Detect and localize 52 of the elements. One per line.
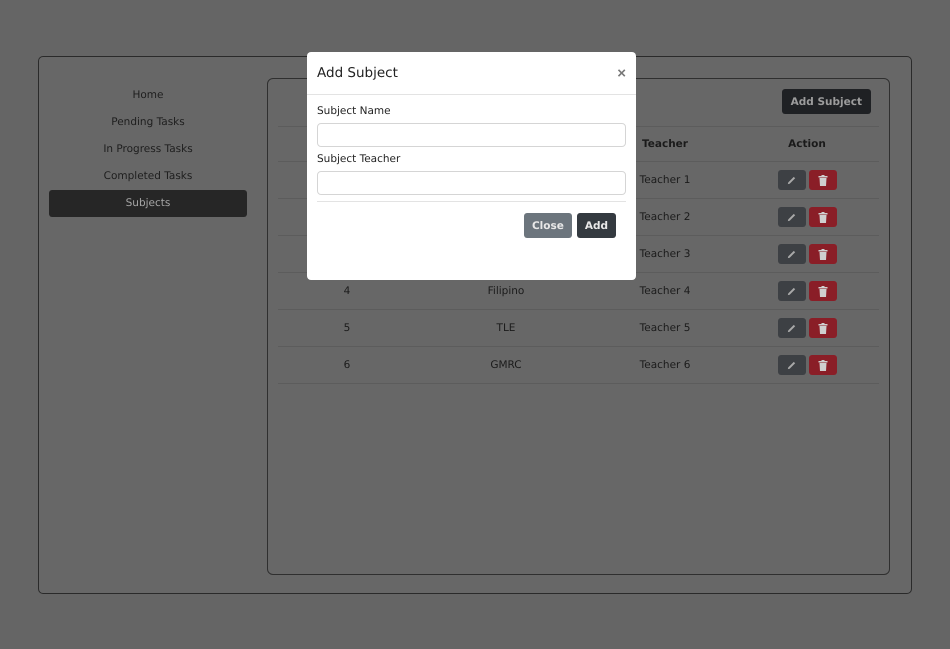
edit-button[interactable] bbox=[778, 207, 806, 227]
delete-button[interactable] bbox=[808, 207, 836, 227]
edit-button[interactable] bbox=[778, 281, 806, 301]
sidebar-item[interactable]: In Progress Tasks bbox=[49, 136, 247, 163]
table-cell: 5 bbox=[344, 322, 350, 334]
close-button[interactable]: Close bbox=[524, 213, 572, 238]
dialog-title: Add Subject bbox=[317, 65, 398, 81]
pencil-icon bbox=[786, 212, 797, 222]
trash-icon bbox=[818, 360, 828, 370]
delete-button[interactable] bbox=[808, 170, 836, 190]
edit-button[interactable] bbox=[778, 355, 806, 375]
delete-button[interactable] bbox=[808, 281, 836, 301]
sidebar-item[interactable]: Pending Tasks bbox=[49, 109, 247, 136]
pencil-icon bbox=[786, 174, 797, 186]
table-cell: Teacher 4 bbox=[640, 285, 690, 297]
column-header: Action bbox=[787, 138, 827, 150]
edit-button[interactable] bbox=[778, 244, 806, 264]
input-field[interactable] bbox=[317, 123, 626, 147]
add-button[interactable]: Add bbox=[576, 213, 616, 238]
add-subject-button[interactable]: Add Subject bbox=[782, 89, 871, 114]
edit-button[interactable] bbox=[778, 318, 806, 338]
sidebar-item[interactable]: Home bbox=[49, 82, 247, 109]
trash-icon bbox=[818, 212, 828, 222]
table-cell: Teacher 5 bbox=[640, 322, 690, 334]
pencil-icon bbox=[786, 286, 797, 296]
delete-button[interactable] bbox=[808, 244, 836, 264]
table-cell: TLE bbox=[496, 322, 516, 334]
table-cell: Teacher 1 bbox=[640, 174, 690, 186]
trash-icon bbox=[818, 248, 828, 260]
table-cell: Filipino bbox=[488, 285, 524, 297]
table-cell: GMRC bbox=[490, 359, 522, 371]
sidebar-item[interactable]: Subjects bbox=[49, 190, 247, 217]
trash-icon bbox=[818, 322, 828, 334]
close-button[interactable]: × bbox=[617, 64, 626, 82]
pencil-icon bbox=[786, 360, 797, 370]
table-cell: Teacher 6 bbox=[640, 359, 690, 371]
sidebar-item[interactable]: Completed Tasks bbox=[49, 163, 247, 190]
trash-icon bbox=[818, 286, 828, 296]
pencil-icon bbox=[786, 248, 797, 260]
column-header: Teacher bbox=[641, 138, 689, 150]
delete-button[interactable] bbox=[808, 355, 836, 375]
trash-icon bbox=[818, 174, 828, 186]
table-cell: Teacher 3 bbox=[640, 248, 690, 260]
table-cell: Teacher 2 bbox=[640, 211, 690, 223]
input-field[interactable] bbox=[317, 171, 626, 195]
pencil-icon bbox=[786, 322, 797, 334]
edit-button[interactable] bbox=[778, 170, 806, 190]
table-cell: 6 bbox=[344, 359, 350, 371]
field-label: Subject Name bbox=[317, 105, 392, 117]
delete-button[interactable] bbox=[808, 318, 836, 338]
field-label: Subject Teacher bbox=[317, 153, 402, 165]
table-cell: 4 bbox=[344, 285, 350, 297]
